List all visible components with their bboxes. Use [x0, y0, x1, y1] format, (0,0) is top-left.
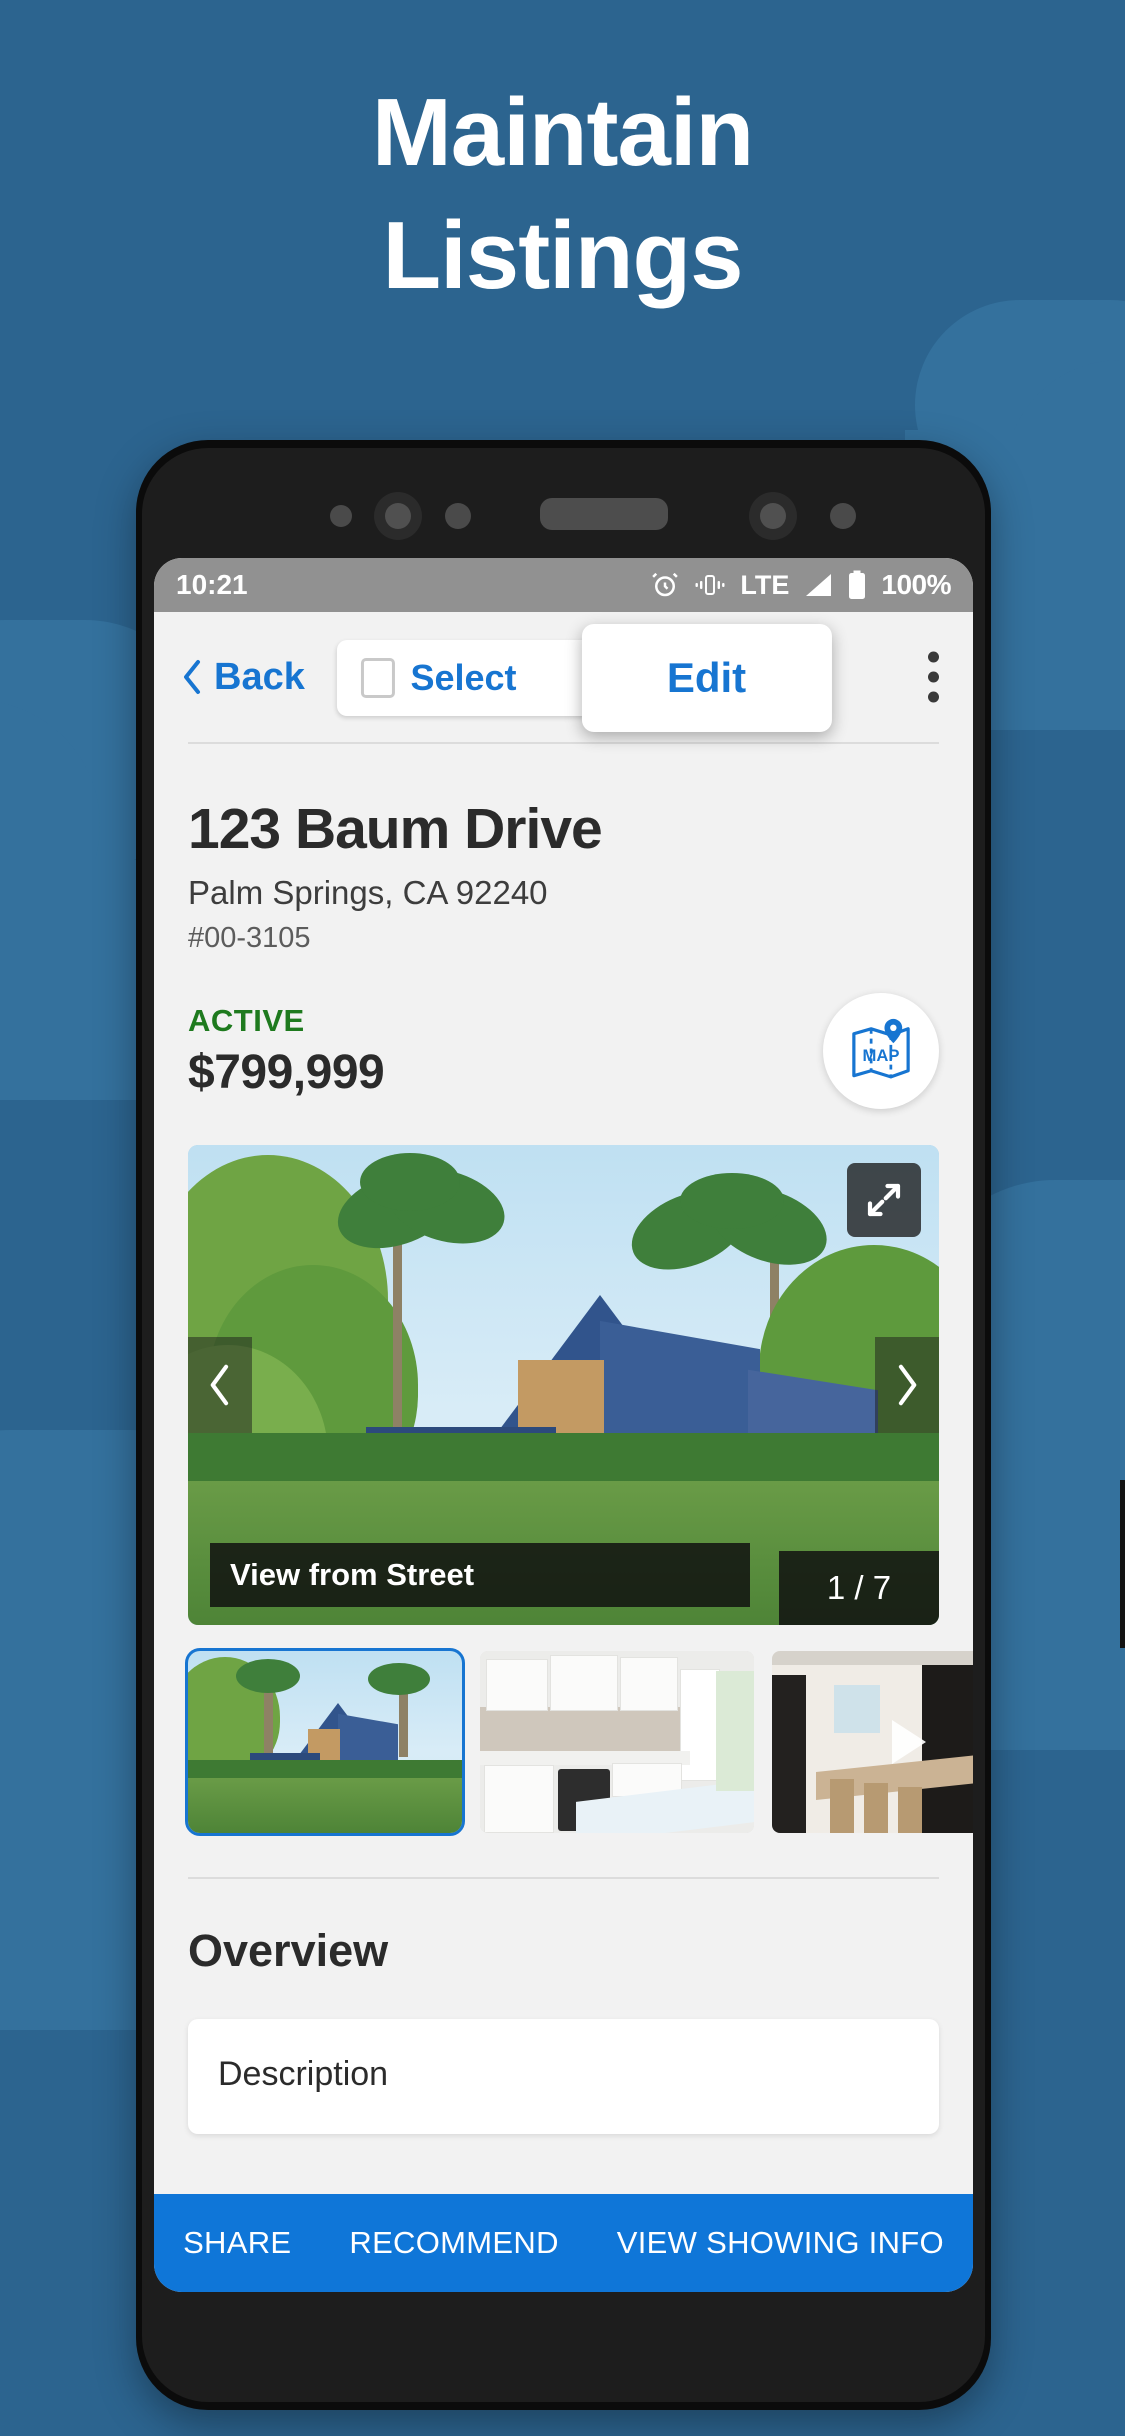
overview-heading: Overview — [188, 1925, 389, 1976]
select-button-label: Select — [410, 657, 517, 698]
listing-detail-content: 123 Baum Drive Palm Springs, CA 92240 #0… — [154, 744, 973, 2134]
photo-thumbnail-strip[interactable] — [185, 1648, 973, 1836]
svg-text:MAP: MAP — [863, 1046, 900, 1065]
play-video-icon[interactable] — [892, 1720, 926, 1764]
listing-address-line2: Palm Springs, CA 92240 — [188, 874, 548, 911]
earpiece-speaker — [540, 498, 668, 530]
front-camera-icon-2 — [749, 492, 797, 540]
sensor-dot-icon — [330, 505, 352, 527]
status-price-row: ACTIVE $799,999 MAP — [188, 993, 939, 1109]
phone-body: 10:21 LTE 100% Back Select Edit 123 Baum… — [142, 448, 985, 2402]
status-icons: LTE 100% — [650, 569, 951, 601]
vibrate-icon — [694, 571, 726, 599]
thumbnail-exterior[interactable] — [185, 1648, 465, 1836]
front-camera-icon — [374, 492, 422, 540]
sensor-dot-icon-3 — [830, 503, 856, 529]
phone-screen: 10:21 LTE 100% Back Select Edit 123 Baum… — [154, 558, 973, 2292]
kebab-menu-icon[interactable] — [928, 651, 939, 703]
edit-button[interactable]: Edit — [581, 624, 832, 732]
address-block: 123 Baum Drive Palm Springs, CA 92240 #0… — [188, 744, 939, 955]
phone-top-bezel — [142, 448, 985, 558]
phone-mockup: 10:21 LTE 100% Back Select Edit 123 Baum… — [136, 440, 1125, 2410]
page-title-line-1: Maintain — [371, 79, 754, 186]
carousel-prev-button[interactable] — [188, 1337, 252, 1433]
photo-counter: 1 / 7 — [779, 1551, 939, 1625]
thumbnail-kitchen[interactable] — [480, 1651, 754, 1833]
lte-label: LTE — [740, 569, 790, 600]
select-button[interactable]: Select — [336, 640, 540, 716]
signal-bars-icon — [803, 572, 833, 598]
photo-caption: View from Street — [210, 1543, 750, 1607]
status-bar: 10:21 LTE 100% — [154, 558, 973, 612]
section-divider — [188, 1877, 939, 1879]
app-navigation-bar: Back Select Edit — [154, 612, 973, 742]
sensor-dot-icon-2 — [445, 503, 471, 529]
select-edit-segmented-control: Select Edit — [336, 624, 832, 732]
recommend-button[interactable]: RECOMMEND — [349, 2225, 558, 2261]
expand-arrows-icon — [867, 1183, 901, 1217]
chevron-left-icon — [180, 658, 204, 696]
page-title: Maintain Listings — [0, 72, 1125, 318]
page-title-line-2: Listings — [382, 201, 743, 309]
description-card[interactable]: Description — [188, 2019, 939, 2134]
thumbnail-dining-video[interactable] — [772, 1651, 973, 1833]
status-time: 10:21 — [176, 569, 248, 600]
carousel-next-button[interactable] — [875, 1337, 939, 1433]
share-button[interactable]: SHARE — [183, 2225, 291, 2261]
battery-percent: 100% — [881, 569, 951, 600]
edit-button-label: Edit — [666, 654, 747, 701]
back-button-label: Back — [214, 655, 305, 698]
listing-price: $799,999 — [188, 1045, 385, 1099]
bottom-action-bar: SHARE RECOMMEND VIEW SHOWING INFO — [154, 2194, 973, 2292]
promo-screenshot: Maintain Listings 10:21 LTE 100% Back Se… — [0, 0, 1125, 2436]
select-checkbox[interactable] — [360, 658, 395, 698]
photo-carousel[interactable]: View from Street 1 / 7 — [188, 1145, 939, 1625]
status-badge: ACTIVE — [188, 1002, 305, 1038]
listing-address-line1: 123 Baum Drive — [188, 797, 603, 861]
phone-side-button-right — [1120, 1480, 1125, 1648]
listing-id: #00-3105 — [188, 922, 311, 954]
description-label: Description — [218, 2055, 389, 2093]
back-button[interactable]: Back — [180, 656, 305, 699]
battery-icon — [847, 570, 867, 600]
alarm-clock-icon — [650, 570, 680, 600]
map-button[interactable]: MAP — [823, 993, 939, 1109]
view-showing-info-button[interactable]: VIEW SHOWING INFO — [617, 2225, 944, 2261]
map-pin-icon: MAP — [852, 1018, 910, 1079]
expand-photo-button[interactable] — [847, 1163, 921, 1237]
